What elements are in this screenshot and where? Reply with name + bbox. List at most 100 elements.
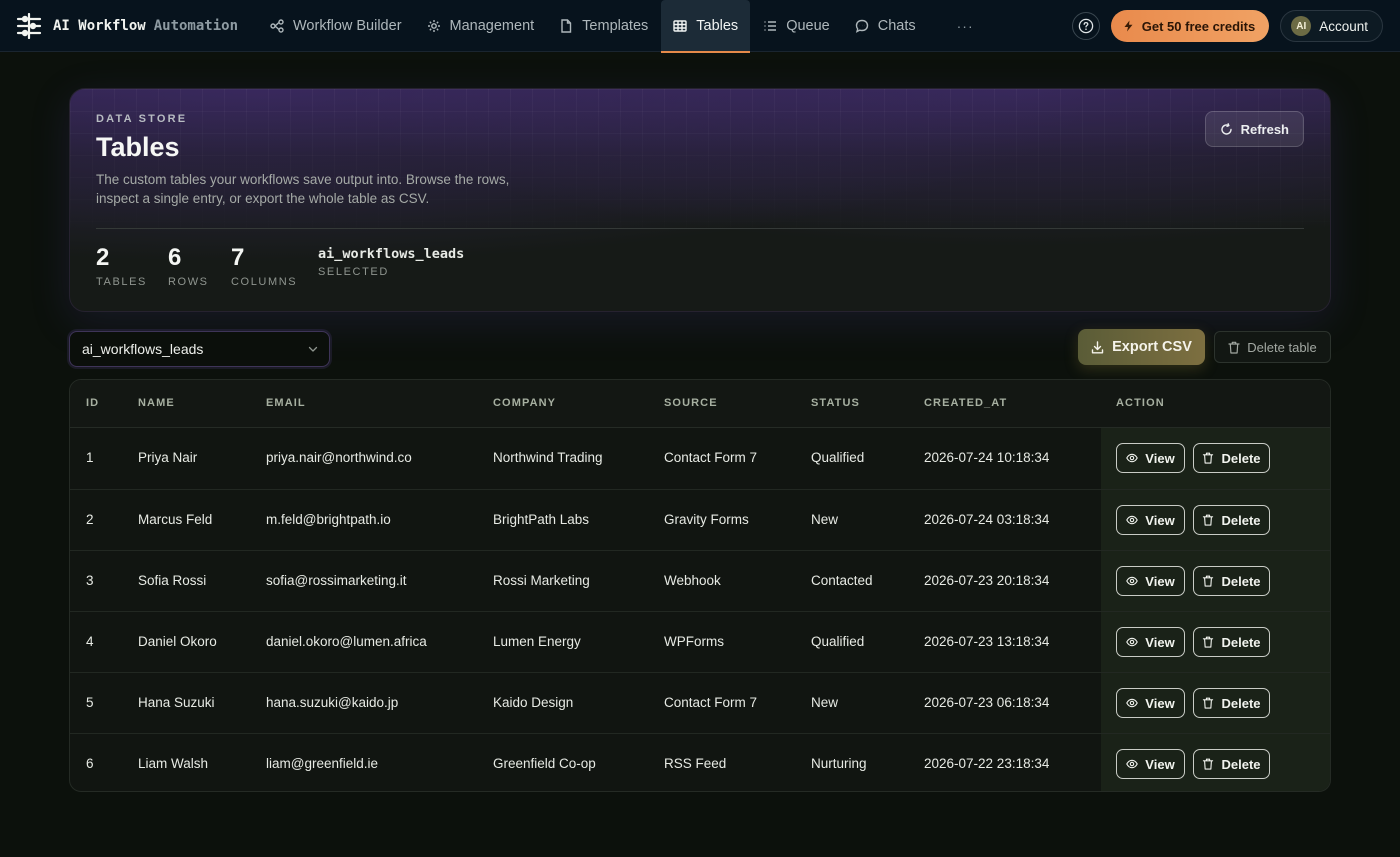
table-select[interactable]: ai_workflows_leads [69,331,330,367]
cell-created-at: 2026-07-23 20:18:34 [924,573,1050,588]
nav-label: Tables [696,17,739,34]
column-header-source[interactable]: SOURCE [664,397,718,409]
stat-value: 6 [168,244,182,271]
list-icon [764,20,777,31]
cell-status: Qualified [811,450,865,465]
main-nav: Workflow Builder Management Templates Ta… [258,0,992,53]
nav-label: Templates [582,17,649,34]
credits-label: Get 50 free credits [1141,18,1256,34]
view-row-button[interactable]: View [1116,443,1185,473]
delete-row-button[interactable]: Delete [1193,443,1270,473]
column-header-created-at[interactable]: CREATED_AT [924,397,1007,409]
cell-company: Rossi Marketing [493,573,590,588]
view-row-button[interactable]: View [1116,749,1185,779]
brand[interactable]: AI Workflow Automation [0,12,250,39]
nav-management[interactable]: Management [415,0,547,52]
table-row: 3 Sofia Rossi sofia@rossimarketing.it Ro… [70,550,1330,611]
cell-email: m.feld@brightpath.io [266,512,391,527]
cell-source: WPForms [664,634,724,649]
stat-value: 2 [96,244,110,271]
table-row: 6 Liam Walsh liam@greenfield.ie Greenfie… [70,733,1330,791]
delete-label: Delete [1221,512,1261,528]
cell-company: Greenfield Co-op [493,756,596,771]
get-credits-button[interactable]: Get 50 free credits [1110,10,1270,42]
stat-label: ROWS [168,276,209,288]
app-logo-icon [16,12,42,39]
cell-company: BrightPath Labs [493,512,590,527]
delete-table-label: Delete table [1247,339,1317,355]
view-label: View [1145,695,1175,711]
page-title: Tables [96,132,180,162]
export-csv-button[interactable]: Export CSV [1078,329,1205,365]
help-button[interactable] [1071,12,1100,40]
trash-icon [1203,636,1214,648]
eye-icon [1126,637,1139,647]
delete-row-button[interactable]: Delete [1193,688,1270,718]
cell-id: 2 [86,512,94,527]
trash-icon [1228,341,1240,354]
column-header-id[interactable]: ID [86,397,99,409]
cell-name: Priya Nair [138,450,198,465]
nav-workflow-builder[interactable]: Workflow Builder [258,0,414,52]
table-header: ID NAME EMAIL COMPANY SOURCE STATUS CREA… [70,380,1330,428]
lightning-icon [1124,20,1133,32]
cell-created-at: 2026-07-22 23:18:34 [924,756,1050,771]
cell-status: Qualified [811,634,865,649]
view-label: View [1145,512,1175,528]
cell-email: sofia@rossimarketing.it [266,573,407,588]
delete-row-button[interactable]: Delete [1193,566,1270,596]
delete-label: Delete [1221,634,1261,650]
stat-selected: ai_workflows_leads SELECTED [318,243,464,278]
cell-name: Liam Walsh [138,756,209,771]
eye-icon [1126,453,1139,463]
view-row-button[interactable]: View [1116,505,1185,535]
view-label: View [1145,450,1175,466]
cell-name: Sofia Rossi [138,573,207,588]
eye-icon [1126,698,1139,708]
trash-icon [1203,452,1214,464]
cell-id: 6 [86,756,94,771]
cell-status: New [811,512,839,527]
view-row-button[interactable]: View [1116,627,1185,657]
column-header-status[interactable]: STATUS [811,397,860,409]
flow-icon [270,18,284,33]
selected-table-name: ai_workflows_leads [318,246,465,262]
delete-row-button[interactable]: Delete [1193,627,1270,657]
nav-tables[interactable]: Tables [661,0,751,53]
nav-chats[interactable]: Chats [843,0,928,52]
top-navigation-bar: AI Workflow Automation Workflow Builder … [0,0,1400,53]
column-header-name[interactable]: NAME [138,397,175,409]
view-row-button[interactable]: View [1116,566,1185,596]
hero-divider [96,228,1304,229]
delete-row-button[interactable]: Delete [1193,749,1270,779]
view-row-button[interactable]: View [1116,688,1185,718]
refresh-button[interactable]: Refresh [1204,111,1304,147]
more-menu-icon[interactable]: ··· [929,0,992,52]
delete-table-button[interactable]: Delete table [1214,331,1331,363]
delete-label: Delete [1221,695,1261,711]
table-select-value: ai_workflows_leads [82,341,204,357]
nav-label: Chats [877,17,916,34]
table-row: 4 Daniel Okoro daniel.okoro@lumen.africa… [70,611,1330,672]
column-header-company[interactable]: COMPANY [493,397,556,409]
avatar: AI [1291,16,1312,36]
cell-email: priya.nair@northwind.co [266,450,412,465]
nav-queue[interactable]: Queue [751,0,842,52]
cell-source: Gravity Forms [664,512,749,527]
top-right-actions: Get 50 free credits AI Account [1071,10,1383,42]
cell-id: 5 [86,695,94,710]
cell-source: RSS Feed [664,756,727,771]
eye-icon [1126,576,1139,586]
column-header-email[interactable]: EMAIL [266,397,306,409]
eye-icon [1126,515,1139,525]
account-button[interactable]: AI Account [1280,10,1383,42]
account-label: Account [1319,18,1368,34]
gear-icon [427,19,440,32]
stat-rows: 6 ROWS [168,243,209,288]
trash-icon [1203,697,1214,709]
view-label: View [1145,756,1175,772]
cell-company: Kaido Design [493,695,574,710]
delete-row-button[interactable]: Delete [1193,505,1270,535]
nav-templates[interactable]: Templates [547,0,660,52]
cell-id: 3 [86,573,94,588]
